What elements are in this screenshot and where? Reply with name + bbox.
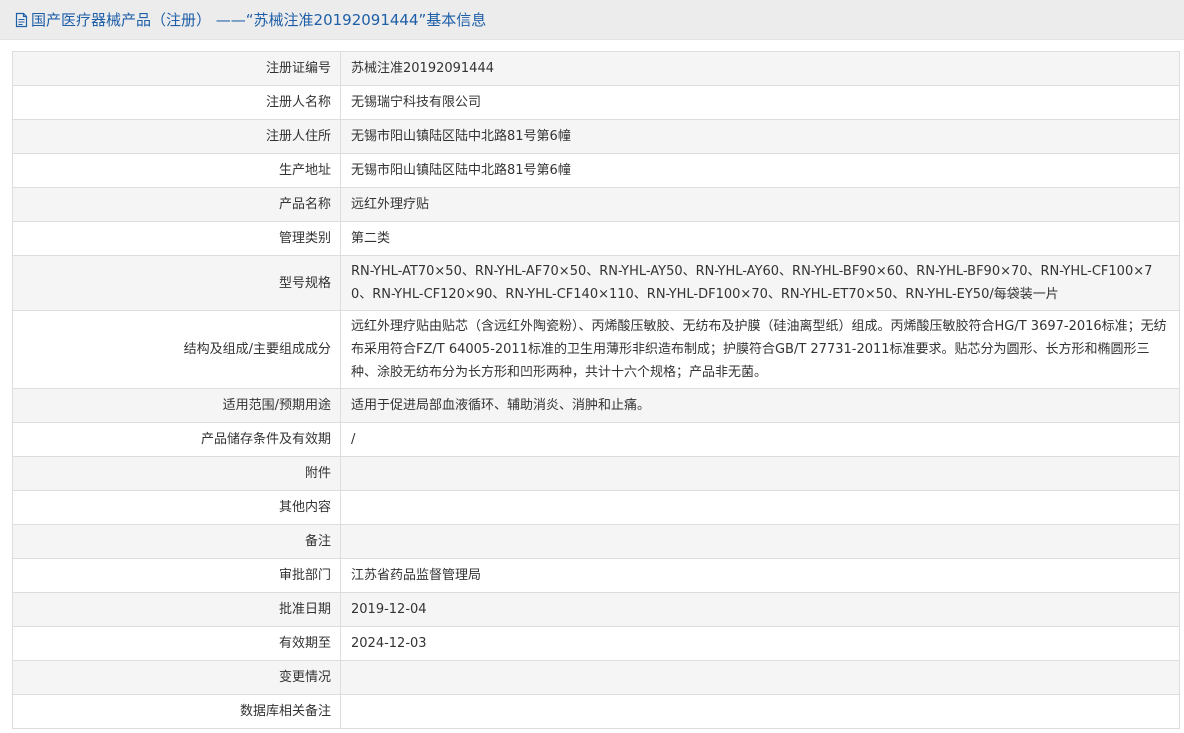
row-value: RN-YHL-AT70×50、RN-YHL-AF70×50、RN-YHL-AY5…: [340, 255, 1180, 311]
row-label: 审批部门: [12, 558, 341, 593]
table-row: 注册人住所 无锡市阳山镇陆区陆中北路81号第6幢: [12, 119, 1180, 154]
table-row: 产品储存条件及有效期 /: [12, 422, 1180, 457]
table-row: 变更情况: [12, 660, 1180, 695]
table-row: 注册证编号 苏械注准20192091444: [12, 51, 1180, 86]
row-label: 产品名称: [12, 187, 341, 222]
row-value: 无锡市阳山镇陆区陆中北路81号第6幢: [340, 119, 1180, 154]
info-table-wrapper: 注册证编号 苏械注准20192091444 注册人名称 无锡瑞宁科技有限公司 注…: [12, 51, 1180, 729]
row-value: 无锡市阳山镇陆区陆中北路81号第6幢: [340, 153, 1180, 188]
row-label: 有效期至: [12, 626, 341, 661]
row-label: 适用范围/预期用途: [12, 388, 341, 423]
table-row: 备注: [12, 524, 1180, 559]
page-title: 国产医疗器械产品（注册） ——“苏械注准20192091444”基本信息: [31, 11, 487, 29]
row-value: [340, 524, 1180, 559]
table-row: 生产地址 无锡市阳山镇陆区陆中北路81号第6幢: [12, 153, 1180, 188]
page-header: 国产医疗器械产品（注册） ——“苏械注准20192091444”基本信息: [0, 0, 1184, 40]
table-row: 产品名称 远红外理疗贴: [12, 187, 1180, 222]
row-value: [340, 694, 1180, 729]
table-row: 批准日期 2019-12-04: [12, 592, 1180, 627]
row-value: [340, 490, 1180, 525]
row-value: 远红外理疗贴: [340, 187, 1180, 222]
row-value: 苏械注准20192091444: [340, 51, 1180, 86]
row-label: 生产地址: [12, 153, 341, 188]
table-row: 注册人名称 无锡瑞宁科技有限公司: [12, 85, 1180, 120]
row-value: /: [340, 422, 1180, 457]
row-value: 第二类: [340, 221, 1180, 256]
row-value: 远红外理疗贴由贴芯（含远红外陶瓷粉）、丙烯酸压敏胶、无纺布及护膜（硅油离型纸）组…: [340, 310, 1180, 389]
row-label: 备注: [12, 524, 341, 559]
row-value: 2019-12-04: [340, 592, 1180, 627]
row-label: 附件: [12, 456, 341, 491]
table-row: 适用范围/预期用途 适用于促进局部血液循环、辅助消炎、消肿和止痛。: [12, 388, 1180, 423]
row-value: [340, 660, 1180, 695]
table-row: 管理类别 第二类: [12, 221, 1180, 256]
table-row: 附件: [12, 456, 1180, 491]
table-row: 其他内容: [12, 490, 1180, 525]
row-label: 变更情况: [12, 660, 341, 695]
row-value: [340, 456, 1180, 491]
row-label: 注册证编号: [12, 51, 341, 86]
document-icon: [14, 12, 29, 28]
row-label: 其他内容: [12, 490, 341, 525]
table-row: 结构及组成/主要组成成分 远红外理疗贴由贴芯（含远红外陶瓷粉）、丙烯酸压敏胶、无…: [12, 310, 1180, 389]
table-row: 审批部门 江苏省药品监督管理局: [12, 558, 1180, 593]
table-row: 有效期至 2024-12-03: [12, 626, 1180, 661]
row-label: 结构及组成/主要组成成分: [12, 310, 341, 389]
row-label: 产品储存条件及有效期: [12, 422, 341, 457]
row-value: 适用于促进局部血液循环、辅助消炎、消肿和止痛。: [340, 388, 1180, 423]
row-value: 江苏省药品监督管理局: [340, 558, 1180, 593]
row-label: 批准日期: [12, 592, 341, 627]
row-label: 数据库相关备注: [12, 694, 341, 729]
row-label: 型号规格: [12, 255, 341, 311]
info-table: 注册证编号 苏械注准20192091444 注册人名称 无锡瑞宁科技有限公司 注…: [12, 51, 1180, 729]
row-label: 管理类别: [12, 221, 341, 256]
row-value: 2024-12-03: [340, 626, 1180, 661]
row-label: 注册人住所: [12, 119, 341, 154]
table-row: 型号规格 RN-YHL-AT70×50、RN-YHL-AF70×50、RN-YH…: [12, 255, 1180, 311]
row-label: 注册人名称: [12, 85, 341, 120]
table-row: 数据库相关备注: [12, 694, 1180, 729]
row-value: 无锡瑞宁科技有限公司: [340, 85, 1180, 120]
